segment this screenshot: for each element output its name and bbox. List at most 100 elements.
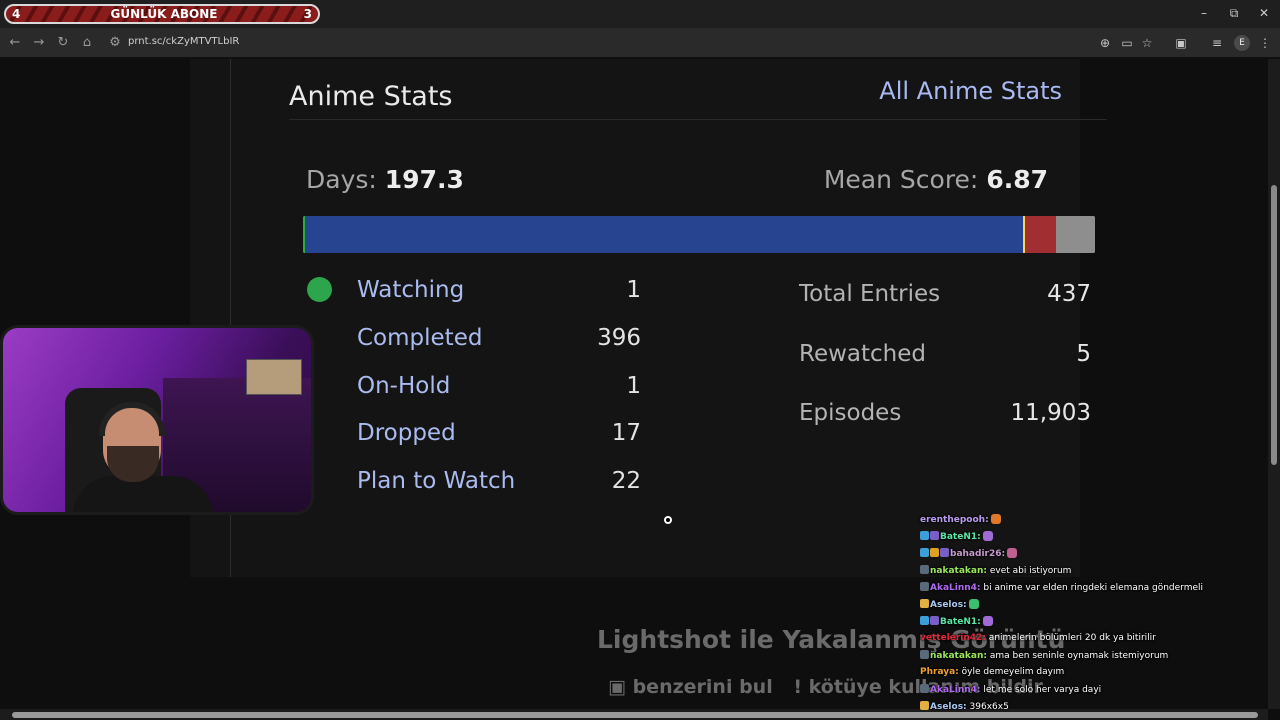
status-count-watching: 1 xyxy=(626,277,641,303)
stream-chat-overlay: erenthepooh: BateN1: bahadir26: nakatakan: … xyxy=(920,514,1280,720)
status-count-plan-to-watch: 22 xyxy=(611,468,641,494)
bar-segment-completed xyxy=(305,216,1023,253)
chat-text: evet abi istiyorum xyxy=(986,566,1072,576)
chat-username[interactable]: nakatakan: xyxy=(930,566,987,576)
chat-badge-icon xyxy=(930,548,939,557)
all-anime-stats-link[interactable]: All Anime Stats xyxy=(879,77,1062,105)
chat-message: BateN1: xyxy=(920,616,993,630)
window-title-bar: 4 GÜNLÜK ABONE 3 – ⧉ ✕ xyxy=(0,0,1280,28)
screen-share-icon[interactable]: ▭ xyxy=(1118,34,1136,52)
days-value: 197.3 xyxy=(384,165,464,194)
days-label: Days: xyxy=(306,165,377,194)
vertical-scroll-thumb[interactable] xyxy=(1271,185,1277,465)
status-label-watching[interactable]: Watching xyxy=(357,277,464,303)
chat-username[interactable]: Phraya: xyxy=(920,667,959,677)
episodes-label: Episodes xyxy=(799,400,902,426)
chat-username[interactable]: Aselos: xyxy=(930,702,967,712)
chat-message: Aselos: 396x6x5 xyxy=(920,701,1009,715)
chat-text: 396x6x5 xyxy=(966,702,1009,712)
chat-badge-icon xyxy=(920,684,929,693)
chat-username[interactable]: BateN1: xyxy=(940,532,981,542)
forward-icon[interactable]: → xyxy=(30,34,48,52)
chat-badge-icon xyxy=(920,616,929,625)
address-input[interactable]: prnt.sc/ckZyMTVTLbIR xyxy=(128,36,239,47)
stats-title: Anime Stats xyxy=(289,81,453,112)
chat-username[interactable]: vettelerin42: xyxy=(920,633,986,643)
chat-text: ama ben seninle oynamak istemiyorum xyxy=(986,651,1169,661)
restore-button[interactable]: ⧉ xyxy=(1224,6,1244,22)
home-icon[interactable]: ⌂ xyxy=(78,34,96,52)
chat-emote-icon xyxy=(968,599,979,609)
chat-username[interactable]: bahadir26: xyxy=(950,549,1005,559)
total-entries-value: 437 xyxy=(1047,281,1091,307)
camera-icon: ▣ xyxy=(608,676,626,698)
banner-title: GÜNLÜK ABONE xyxy=(110,7,218,21)
chat-message: bahadir26: xyxy=(920,548,1018,562)
webcam-inset-picture xyxy=(246,359,302,395)
rewatched-label: Rewatched xyxy=(799,341,926,367)
chat-emote-icon xyxy=(1007,548,1018,558)
chat-message: Phraya: öyle demeyelim dayım xyxy=(920,667,1064,681)
status-distribution-bar xyxy=(303,216,1095,253)
status-label-plan-to-watch[interactable]: Plan to Watch xyxy=(357,468,515,494)
title-divider xyxy=(289,119,1107,120)
episodes-value: 11,903 xyxy=(1010,400,1091,426)
chat-username[interactable]: AkaLinn4: xyxy=(930,583,981,593)
back-icon[interactable]: ← xyxy=(6,34,24,52)
chat-text: animelerin bölümleri 20 dk ya bitirilir xyxy=(985,633,1156,643)
chat-badge-icon xyxy=(920,548,929,557)
chat-badge-icon xyxy=(920,701,929,710)
reload-icon[interactable]: ↻ xyxy=(54,34,72,52)
status-label-on-hold[interactable]: On-Hold xyxy=(357,373,450,399)
status-count-on-hold: 1 xyxy=(626,373,641,399)
browser-toolbar: ← → ↻ ⌂ ⚙ prnt.sc/ckZyMTVTLbIR ⊕ ▭ ☆ ▣ ≡… xyxy=(0,28,1280,58)
chat-badge-icon xyxy=(930,531,939,540)
screenshot-image: Anime Stats All Anime Stats Days: 197.3 … xyxy=(190,59,1107,577)
chat-badge-icon xyxy=(920,599,929,608)
report-icon: ! xyxy=(793,676,803,698)
streamer-body xyxy=(73,476,213,512)
media-icon[interactable]: ≡ xyxy=(1208,34,1226,52)
find-similar-link[interactable]: benzerini bul xyxy=(633,676,773,698)
mean-score-value: 6.87 xyxy=(986,165,1048,194)
chat-username[interactable]: nakatakan: xyxy=(930,651,987,661)
bookmark-star-icon[interactable]: ☆ xyxy=(1138,34,1156,52)
chat-emote-icon xyxy=(982,616,993,626)
zoom-icon[interactable]: ⊕ xyxy=(1096,34,1114,52)
chat-username[interactable]: BateN1: xyxy=(940,617,981,627)
chat-text: let me solo her varya dayi xyxy=(980,685,1102,695)
rewatched-value: 5 xyxy=(1076,341,1091,367)
chat-message: AkaLinn4: bi anime var elden ringdeki el… xyxy=(920,582,1203,596)
chat-badge-icon xyxy=(940,548,949,557)
chat-message: erenthepooh: xyxy=(920,514,1001,528)
bar-segment-plan-to-watch xyxy=(1056,216,1095,253)
extensions-icon[interactable]: ▣ xyxy=(1172,34,1190,52)
days-stat: Days: 197.3 xyxy=(306,165,464,194)
bar-segment-dropped xyxy=(1025,216,1056,253)
chat-username[interactable]: AkaLinn4: xyxy=(930,685,981,695)
minimize-button[interactable]: – xyxy=(1194,6,1214,22)
chat-message: vettelerin42: animelerin bölümleri 20 dk… xyxy=(920,633,1156,647)
status-label-dropped[interactable]: Dropped xyxy=(357,420,456,446)
chat-badge-icon xyxy=(930,616,939,625)
site-info-icon[interactable]: ⚙ xyxy=(106,34,124,52)
menu-kebab-icon[interactable]: ⋮ xyxy=(1256,34,1274,52)
chat-badge-icon xyxy=(920,565,929,574)
status-count-completed: 396 xyxy=(597,325,641,351)
chat-badge-icon xyxy=(920,582,929,591)
chat-text: bi anime var elden ringdeki elemana gönd… xyxy=(980,583,1204,593)
chat-username[interactable]: erenthepooh: xyxy=(920,515,989,525)
status-label-completed[interactable]: Completed xyxy=(357,325,482,351)
banner-right-count: 3 xyxy=(303,7,312,21)
profile-avatar[interactable]: E xyxy=(1234,35,1250,51)
close-button[interactable]: ✕ xyxy=(1254,6,1274,22)
mean-score-label: Mean Score: xyxy=(823,165,979,194)
chat-emote-icon xyxy=(982,531,993,541)
chat-message: nakatakan: ama ben seninle oynamak istem… xyxy=(920,650,1168,664)
chat-badge-icon xyxy=(920,650,929,659)
chat-message: nakatakan: evet abi istiyorum xyxy=(920,565,1071,579)
mean-score-stat: Mean Score: 6.87 xyxy=(824,165,1048,194)
chat-badge-icon xyxy=(920,531,929,540)
webcam-overlay xyxy=(0,325,314,515)
chat-username[interactable]: Aselos: xyxy=(930,600,967,610)
